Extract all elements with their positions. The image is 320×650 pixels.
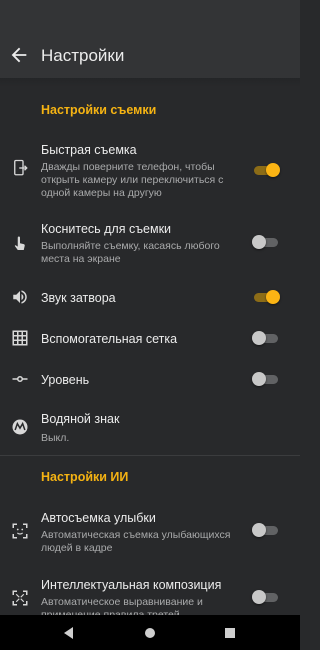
page-title: Настройки (41, 46, 125, 65)
setting-smart-composition[interactable]: Интеллектуальная композиция Автоматическ… (0, 578, 300, 615)
appbar-shadow (0, 78, 300, 87)
shutter-sound-toggle[interactable] (254, 290, 282, 304)
toggle-thumb (252, 235, 266, 249)
setting-grid[interactable]: Вспомогательная сетка (0, 328, 300, 350)
setting-title: Коснитесь для съемки (41, 222, 172, 236)
toggle-thumb (252, 372, 266, 386)
setting-subtitle: Автоматическое выравнивание и применение… (41, 596, 203, 615)
setting-smile-capture[interactable]: Автосъемка улыбки Автоматическая съемка … (0, 511, 300, 555)
setting-quick-capture[interactable]: Быстрая съемка Дважды поверните телефон,… (0, 143, 300, 203)
setting-title: Быстрая съемка (41, 143, 137, 157)
volume-icon (13, 290, 27, 304)
grid-icon (12, 330, 28, 346)
setting-title: Интеллектуальная композиция (41, 578, 222, 592)
nav-recents-icon[interactable] (220, 623, 240, 643)
nav-home-icon[interactable] (140, 623, 160, 643)
composition-icon (12, 590, 28, 606)
level-toggle[interactable] (252, 372, 282, 386)
touch-icon (14, 236, 25, 250)
setting-subtitle: Выполняйте съемку, касаясь любого места … (41, 240, 220, 265)
section-divider (0, 455, 300, 456)
setting-title: Водяной знак (41, 412, 120, 426)
setting-watermark[interactable]: Водяной знак Выкл. (0, 411, 300, 445)
toggle-thumb (266, 163, 280, 177)
level-icon (12, 376, 28, 382)
toggle-thumb (252, 523, 266, 537)
setting-title: Звук затвора (41, 291, 116, 305)
setting-title: Автосъемка улыбки (41, 511, 156, 525)
nav-back-icon[interactable] (59, 623, 79, 643)
section-title-camera: Настройки съемки (41, 103, 157, 117)
arrow-back-icon[interactable] (8, 44, 30, 66)
setting-title: Вспомогательная сетка (41, 332, 178, 346)
setting-subtitle: Выкл. (41, 432, 70, 444)
smart-composition-toggle[interactable] (252, 590, 282, 604)
quick-capture-toggle[interactable] (254, 163, 282, 177)
face-frame-icon (12, 523, 28, 539)
toggle-thumb (252, 590, 266, 604)
app-bar: Настройки (0, 0, 300, 78)
toggle-thumb (252, 331, 266, 345)
motorola-logo-icon (12, 419, 28, 435)
setting-tap-to-capture[interactable]: Коснитесь для съемки Выполняйте съемку, … (0, 222, 300, 266)
phone-rotate-icon (14, 159, 28, 176)
smile-capture-toggle[interactable] (252, 523, 282, 537)
setting-subtitle: Дважды поверните телефон, чтобы открыть … (41, 161, 224, 199)
section-title-ai: Настройки ИИ (41, 470, 129, 484)
setting-shutter-sound[interactable]: Звук затвора (0, 287, 300, 309)
tap-to-capture-toggle[interactable] (252, 235, 282, 249)
system-navigation-bar (0, 615, 300, 650)
setting-subtitle: Автоматическая съемка улыбающихся людей … (41, 529, 231, 554)
setting-title: Уровень (41, 373, 90, 387)
toggle-thumb (266, 290, 280, 304)
setting-level[interactable]: Уровень (0, 369, 300, 391)
settings-list[interactable]: Настройки съемки Быстрая съемка Дважды п… (0, 87, 300, 615)
grid-toggle[interactable] (252, 331, 282, 345)
